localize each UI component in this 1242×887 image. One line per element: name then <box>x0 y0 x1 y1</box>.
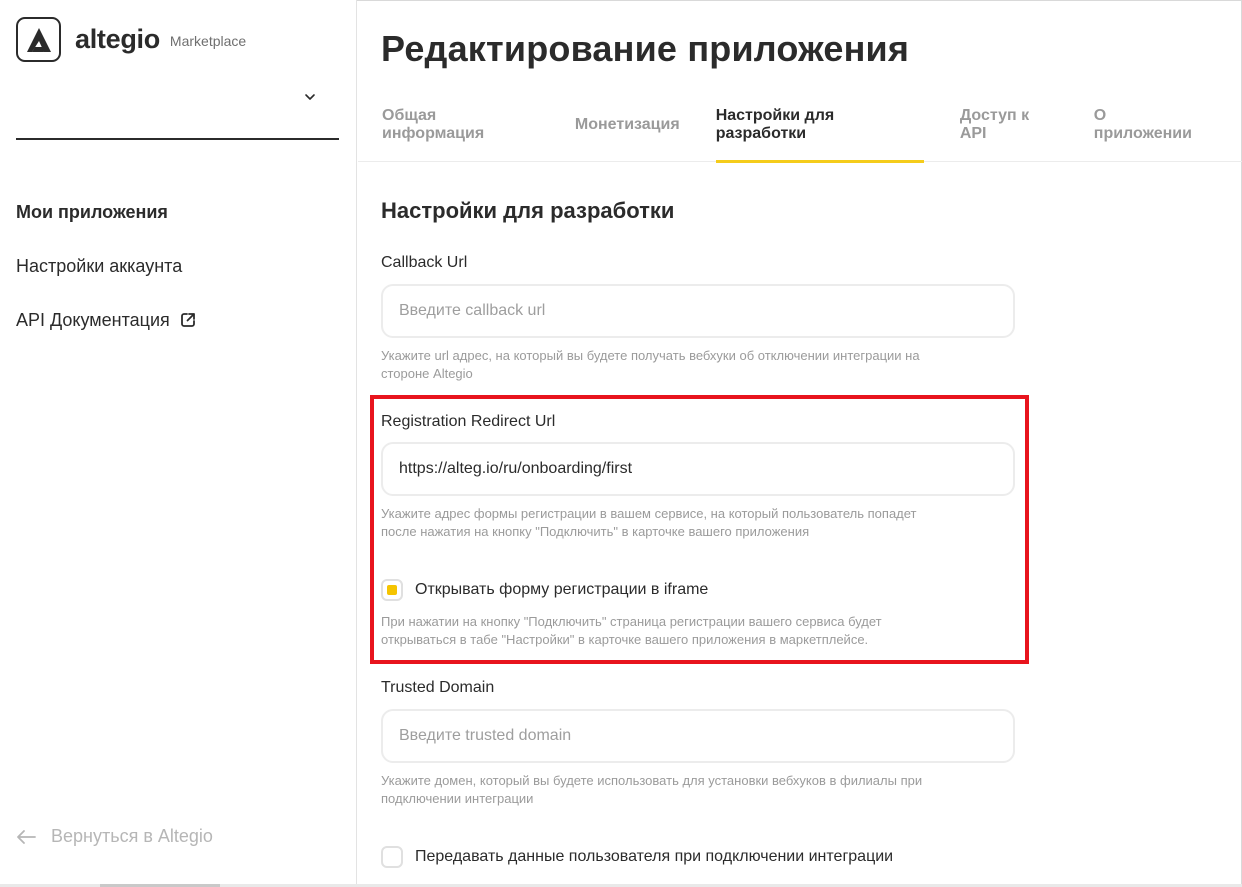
callback-url-input[interactable] <box>381 284 1015 338</box>
iframe-hint: При нажатии на кнопку "Подключить" стран… <box>381 613 1011 649</box>
main-content: Редактирование приложения Общая информац… <box>358 0 1242 887</box>
redirect-url-input[interactable] <box>381 442 1015 496</box>
sidebar-item-label: API Документация <box>16 309 170 330</box>
iframe-checkbox[interactable] <box>381 579 403 601</box>
external-link-icon <box>180 313 195 327</box>
tab-monetization[interactable]: Монетизация <box>575 88 680 162</box>
tab-bar: Общая информация Монетизация Настройки д… <box>358 88 1242 163</box>
sidebar-item-label: Мои приложения <box>16 201 168 222</box>
callback-url-hint: Укажите url адрес, на который вы будете … <box>381 347 1011 383</box>
tab-dev-settings[interactable]: Настройки для разработки <box>715 88 924 163</box>
altegio-logo-icon <box>16 17 61 62</box>
iframe-hint-line: При нажатии на кнопку "Подключить" стран… <box>381 614 882 629</box>
pass-user-data-checkbox[interactable] <box>381 846 403 868</box>
page-title: Редактирование приложения <box>381 28 910 69</box>
redirect-url-hint: Укажите адрес формы регистрации в вашем … <box>381 505 1011 541</box>
sidebar-item-label: Настройки аккаунта <box>16 255 183 276</box>
back-to-altegio-link[interactable]: Вернуться в Altegio <box>16 826 213 847</box>
chevron-down-icon <box>305 94 315 100</box>
trusted-domain-hint-line: подключении интеграции <box>381 791 534 806</box>
tab-general-info[interactable]: Общая информация <box>382 88 539 162</box>
back-link-label: Вернуться в Altegio <box>51 826 213 846</box>
sidebar-item-api-docs[interactable]: API Документация <box>16 293 197 347</box>
brand-logo[interactable]: altegio Marketplace <box>16 17 246 62</box>
sidebar: altegio Marketplace Мои приложения Настр… <box>0 0 357 887</box>
tab-api-access[interactable]: Доступ к API <box>960 88 1058 162</box>
tab-about-app[interactable]: О приложении <box>1094 88 1206 162</box>
trusted-domain-hint: Укажите домен, который вы будете использ… <box>381 772 1011 808</box>
trusted-domain-label: Trusted Domain <box>381 679 495 696</box>
section-title: Настройки для разработки <box>381 198 675 223</box>
account-select[interactable] <box>16 80 339 140</box>
iframe-checkbox-label: Открывать форму регистрации в iframe <box>415 581 709 598</box>
pass-user-data-checkbox-row[interactable]: Передавать данные пользователя при подкл… <box>381 846 893 868</box>
checkbox-checked-indicator <box>387 585 397 595</box>
callback-url-hint-line: стороне Altegio <box>381 366 473 381</box>
redirect-url-hint-line: после нажатия на кнопку "Подключить" в к… <box>381 524 810 539</box>
brand-subtitle: Marketplace <box>169 32 247 49</box>
callback-url-hint-line: Укажите url адрес, на который вы будете … <box>381 348 920 363</box>
trusted-domain-input[interactable] <box>381 709 1015 763</box>
sidebar-item-account-settings[interactable]: Настройки аккаунта <box>16 239 197 293</box>
brand-name: altegio <box>75 24 160 54</box>
callback-url-label: Callback Url <box>381 254 468 271</box>
arrow-left-icon <box>17 829 36 844</box>
iframe-hint-line: открываться в табе "Настройки" в карточк… <box>381 632 869 647</box>
sidebar-nav: Мои приложения Настройки аккаунта API До… <box>16 185 197 347</box>
redirect-url-label: Registration Redirect Url <box>381 413 556 430</box>
pass-user-data-label: Передавать данные пользователя при подкл… <box>415 848 894 865</box>
sidebar-item-my-apps[interactable]: Мои приложения <box>16 185 197 239</box>
iframe-checkbox-row[interactable]: Открывать форму регистрации в iframe <box>381 579 708 601</box>
redirect-url-hint-line: Укажите адрес формы регистрации в вашем … <box>381 506 917 521</box>
trusted-domain-hint-line: Укажите домен, который вы будете использ… <box>381 773 923 788</box>
